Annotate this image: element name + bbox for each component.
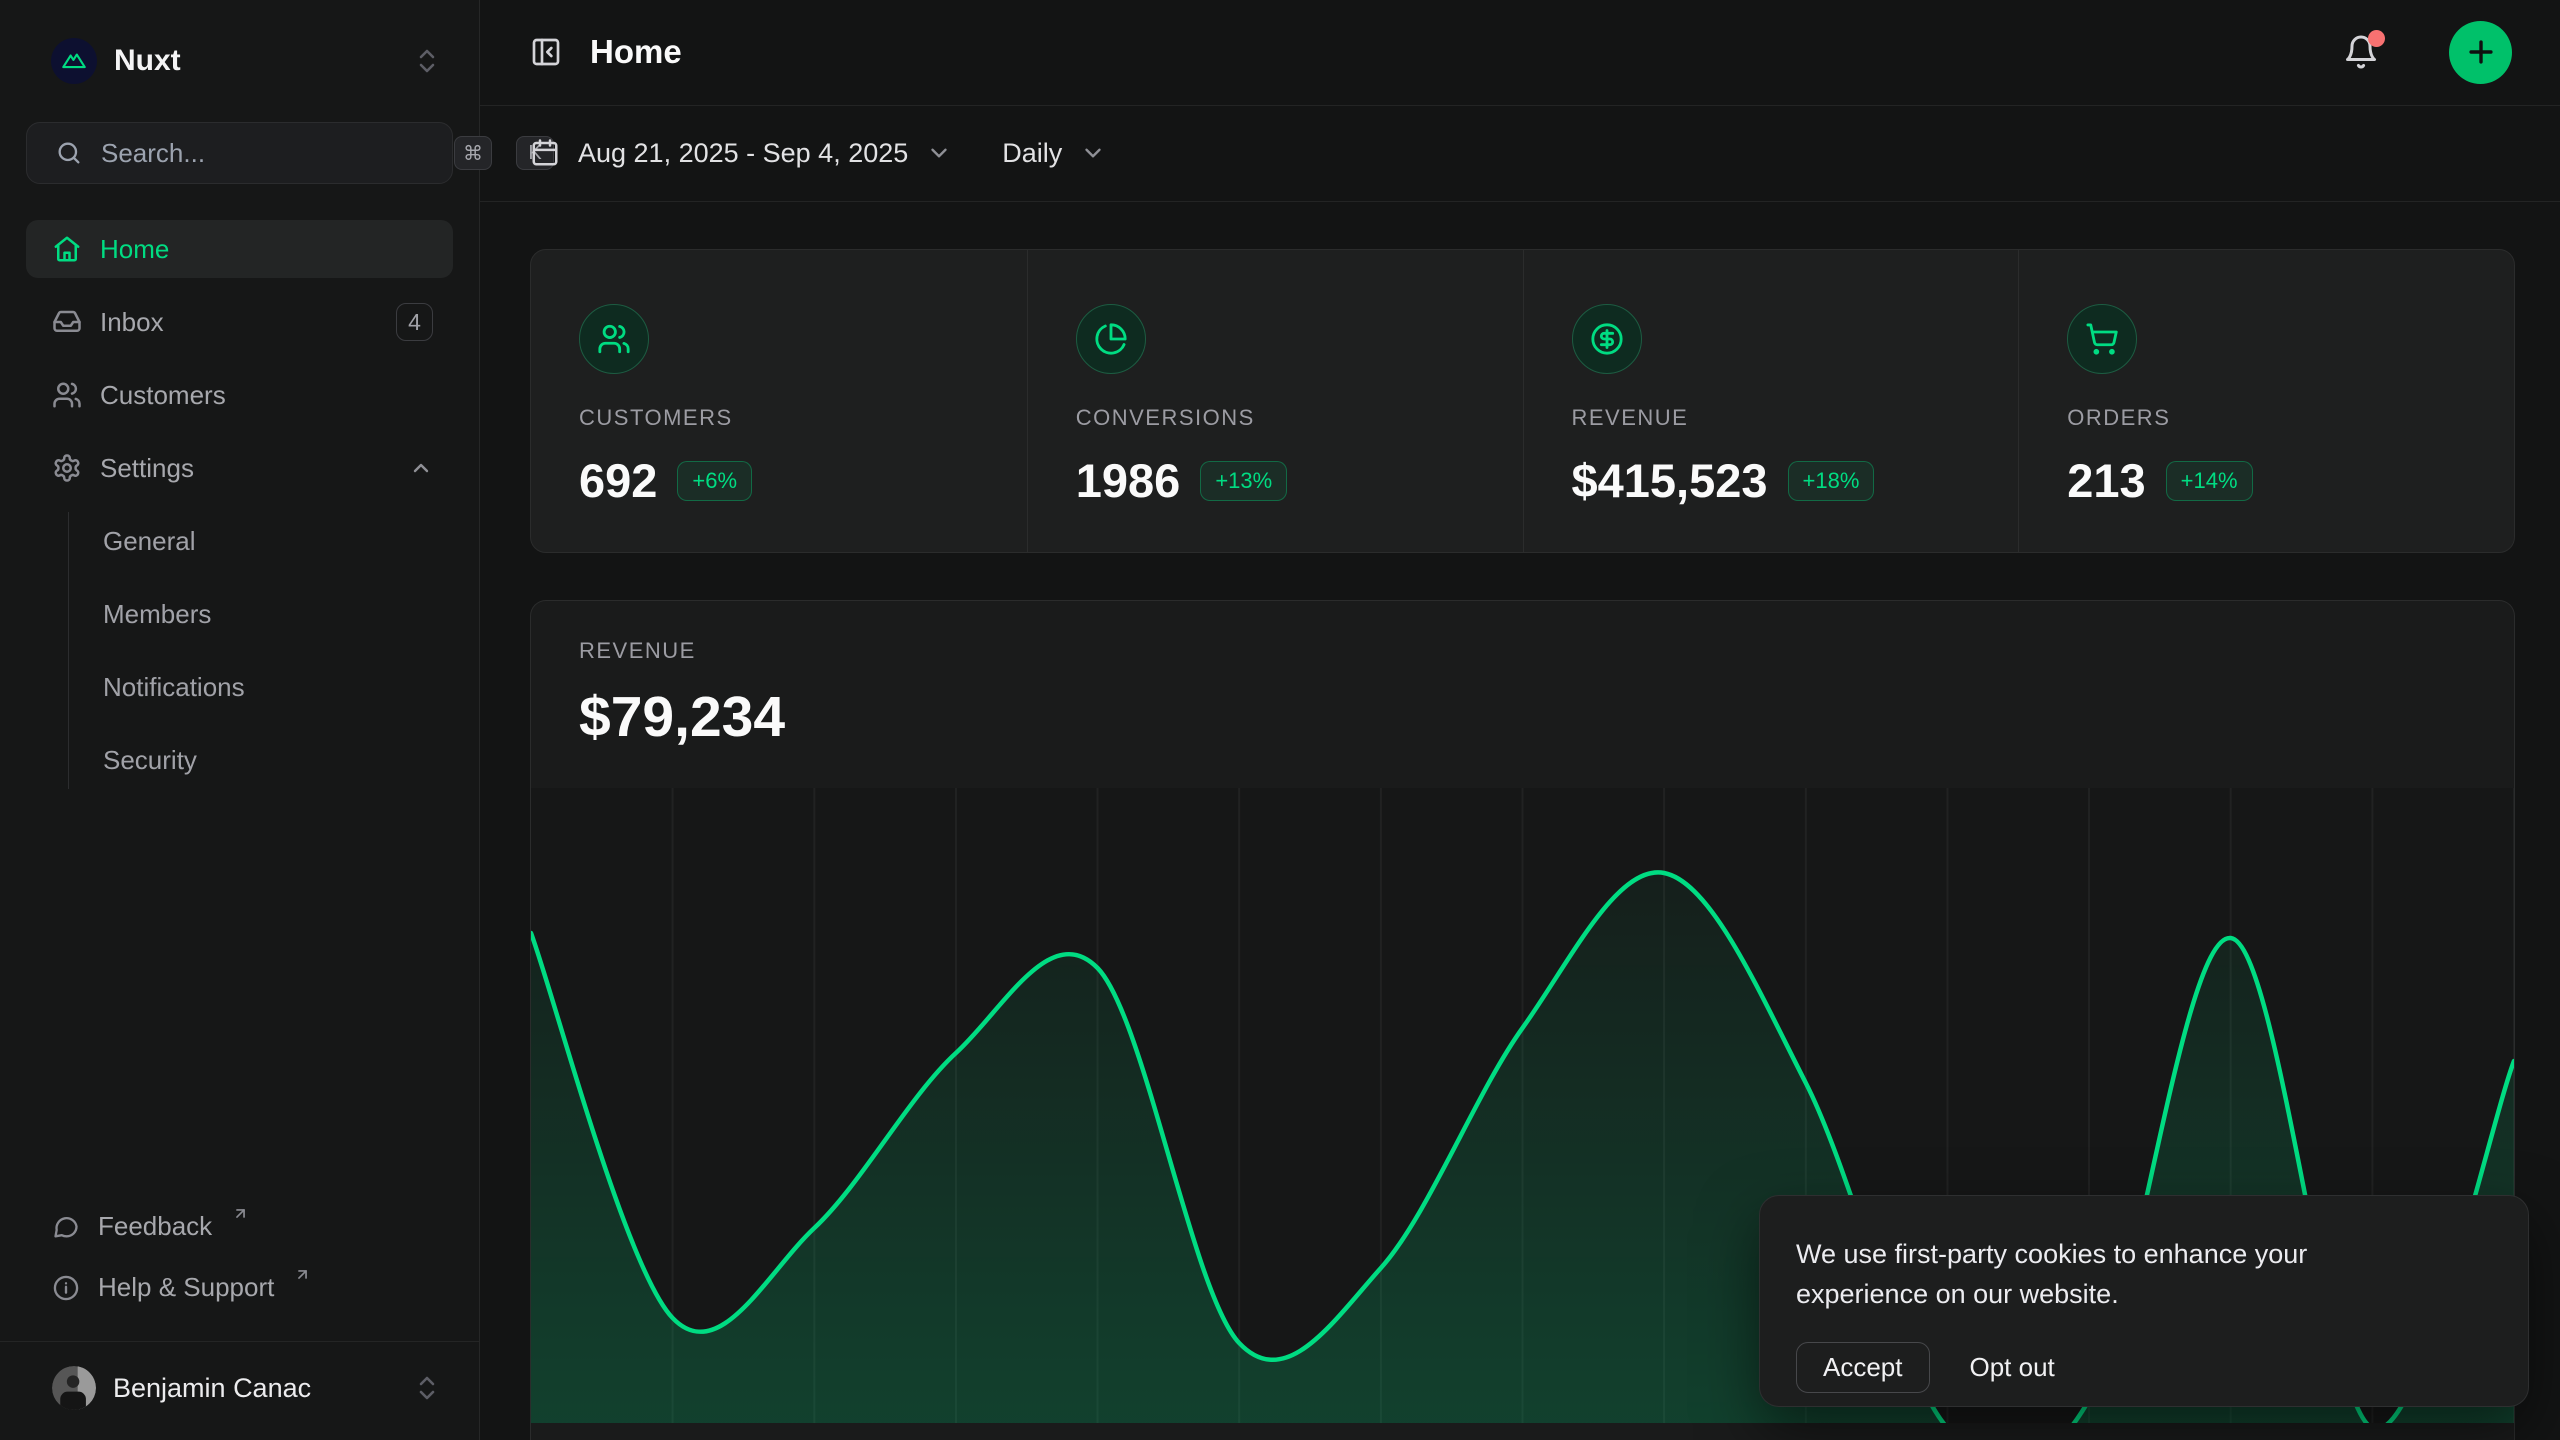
avatar — [52, 1366, 96, 1410]
sub-item-label: General — [103, 526, 196, 557]
stat-delta-badge: +6% — [677, 461, 752, 501]
notifications-bell-icon[interactable] — [2343, 34, 2379, 70]
inbox-count-badge: 4 — [396, 303, 433, 341]
main-panel: Home Aug 21, 2025 - Sep 4, 2025 Daily — [480, 0, 2560, 1440]
stat-tile-revenue[interactable]: REVENUE $415,523 +18% — [1523, 250, 2019, 552]
external-link-icon — [294, 1266, 311, 1283]
nuxt-logo — [51, 38, 97, 84]
sidebar-item-customers[interactable]: Customers — [26, 366, 453, 424]
filters-toolbar: Aug 21, 2025 - Sep 4, 2025 Daily — [480, 106, 2560, 202]
revenue-chart-header: REVENUE $79,234 — [531, 601, 2514, 750]
circle-dollar-icon — [1572, 304, 1642, 374]
search-icon — [55, 139, 83, 167]
accept-button[interactable]: Accept — [1796, 1342, 1930, 1393]
sidebar-item-label: Home — [100, 234, 169, 265]
chevrons-up-down-icon — [415, 1373, 439, 1403]
workspace-name: Nuxt — [114, 44, 398, 78]
page-header: Home — [480, 0, 2560, 106]
sidebar-item-security[interactable]: Security — [103, 731, 453, 789]
sidebar-item-inbox[interactable]: Inbox 4 — [26, 293, 453, 351]
sidebar-item-settings[interactable]: Settings — [26, 439, 453, 497]
sidebar-item-members[interactable]: Members — [103, 585, 453, 643]
sidebar-item-notifications[interactable]: Notifications — [103, 658, 453, 716]
calendar-icon — [530, 138, 560, 168]
stat-value: 692 — [579, 453, 657, 508]
sidebar-item-label: Help & Support — [98, 1272, 274, 1303]
info-circle-icon — [52, 1274, 80, 1302]
stats-card: CUSTOMERS 692 +6% CONVERSIONS 1986 +13% — [530, 249, 2515, 553]
stat-tile-orders[interactable]: ORDERS 213 +14% — [2018, 250, 2514, 552]
chevron-down-icon — [926, 140, 952, 166]
sidebar-item-label: Customers — [100, 380, 226, 411]
stat-label: ORDERS — [2067, 405, 2466, 431]
message-circle-icon — [52, 1213, 80, 1241]
stat-delta-badge: +18% — [1788, 461, 1875, 501]
stat-value: 213 — [2067, 453, 2145, 508]
sub-item-label: Security — [103, 745, 197, 776]
stat-tile-customers[interactable]: CUSTOMERS 692 +6% — [531, 250, 1027, 552]
collapse-sidebar-icon[interactable] — [530, 36, 562, 68]
opt-out-button[interactable]: Opt out — [1970, 1352, 2055, 1383]
settings-subnav: General Members Notifications Security — [68, 512, 453, 789]
stat-label: CONVERSIONS — [1076, 405, 1475, 431]
page-title: Home — [590, 33, 2315, 71]
home-icon — [52, 234, 82, 264]
stat-value: $415,523 — [1572, 453, 1768, 508]
users-icon — [52, 380, 82, 410]
stat-tile-conversions[interactable]: CONVERSIONS 1986 +13% — [1027, 250, 1523, 552]
stat-label: CUSTOMERS — [579, 405, 979, 431]
cookie-message: We use first-party cookies to enhance yo… — [1796, 1234, 2396, 1314]
search-bar[interactable]: ⌘ K — [26, 122, 453, 184]
stat-delta-badge: +14% — [2166, 461, 2253, 501]
stat-label: REVENUE — [1572, 405, 1971, 431]
stat-value: 1986 — [1076, 453, 1181, 508]
sidebar-item-label: Feedback — [98, 1211, 212, 1242]
inbox-icon — [52, 307, 82, 337]
sidebar-item-home[interactable]: Home — [26, 220, 453, 278]
sidebar-item-feedback[interactable]: Feedback — [26, 1199, 453, 1257]
add-button[interactable] — [2449, 21, 2512, 84]
chevrons-up-down-icon — [415, 46, 439, 76]
date-range-picker[interactable]: Aug 21, 2025 - Sep 4, 2025 — [530, 138, 952, 169]
pie-chart-icon — [1076, 304, 1146, 374]
revenue-chart-label: REVENUE — [579, 638, 2466, 664]
period-label: Daily — [1002, 138, 1062, 169]
external-link-icon — [232, 1205, 249, 1222]
users-icon — [579, 304, 649, 374]
sidebar-item-label: Inbox — [100, 307, 164, 338]
sidebar-nav: Home Inbox 4 Customers — [26, 220, 453, 804]
cookie-banner: We use first-party cookies to enhance yo… — [1759, 1195, 2529, 1407]
sub-item-label: Notifications — [103, 672, 245, 703]
sidebar-item-general[interactable]: General — [103, 512, 453, 570]
chevron-up-icon — [409, 456, 433, 480]
user-menu[interactable]: Benjamin Canac — [26, 1342, 453, 1410]
shopping-cart-icon — [2067, 304, 2137, 374]
sidebar: Nuxt ⌘ K Home — [0, 0, 480, 1440]
period-select[interactable]: Daily — [1002, 138, 1106, 169]
search-input[interactable] — [101, 138, 436, 169]
stat-delta-badge: +13% — [1200, 461, 1287, 501]
chevron-down-icon — [1080, 140, 1106, 166]
date-range-label: Aug 21, 2025 - Sep 4, 2025 — [578, 138, 908, 169]
workspace-switcher[interactable]: Nuxt — [26, 38, 453, 84]
gear-icon — [52, 453, 82, 483]
user-name: Benjamin Canac — [113, 1373, 398, 1404]
notification-dot — [2368, 30, 2385, 47]
sidebar-item-help-support[interactable]: Help & Support — [26, 1260, 453, 1318]
sub-item-label: Members — [103, 599, 211, 630]
revenue-chart-value: $79,234 — [579, 684, 2466, 750]
sidebar-item-label: Settings — [100, 453, 194, 484]
